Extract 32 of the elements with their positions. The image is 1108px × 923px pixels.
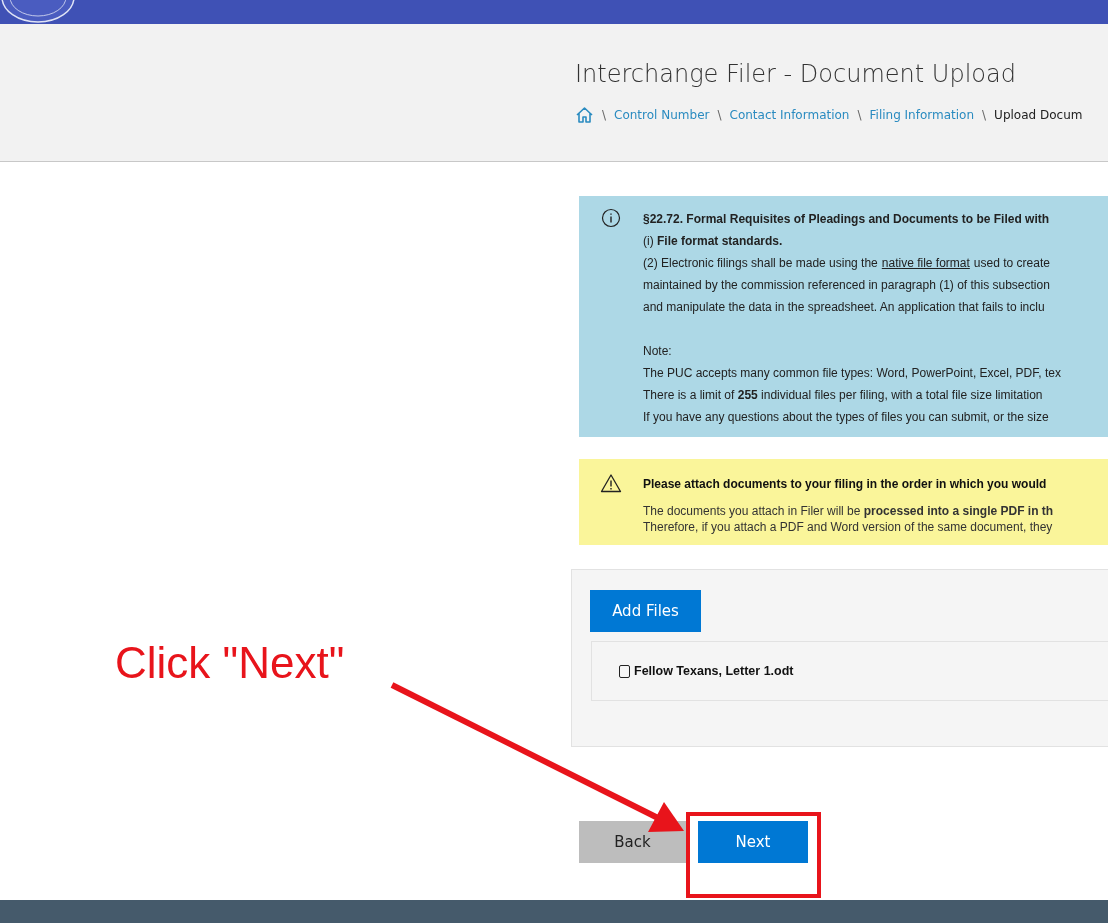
breadcrumb-current[interactable]: Upload Docum [994, 108, 1083, 122]
info-text: maintained by the commission referenced in paragraph (1) of this subsection [643, 277, 1051, 294]
add-files-button[interactable]: Add Files [590, 590, 701, 632]
file-checkbox[interactable] [619, 664, 630, 678]
callout-text: Click "Next" [115, 638, 345, 688]
info-text: If you have any questions about the types of files you can submit, or the size [643, 409, 1050, 426]
breadcrumb-link[interactable]: Filing Information [869, 108, 975, 122]
warning-icon [600, 473, 622, 493]
home-icon[interactable] [575, 106, 594, 124]
warning-text: The documents you attach in Filer will be processed into a single PDF in th [643, 503, 1054, 519]
info-text: (2) Electronic filings shall be made using the [643, 255, 878, 272]
breadcrumb-separator: \ [982, 108, 987, 122]
warning-heading: Please attach documents to your filing in the order in which you would [643, 476, 1048, 493]
next-button[interactable]: Next [698, 821, 808, 863]
warning-text: Therefore, if you attach a PDF and Word version of the same document, they [643, 519, 1054, 535]
breadcrumb-link[interactable]: Control Number [614, 108, 710, 122]
breadcrumb-separator: \ [857, 108, 862, 122]
info-text: and manipulate the data in the spreadsheet. An application that fails to inclu [643, 299, 1046, 316]
info-text: used to create [973, 255, 1050, 272]
breadcrumb-separator: \ [717, 108, 722, 122]
file-name: Fellow Texans, Letter 1.odt [634, 664, 794, 678]
info-text: The PUC accepts many common file types: Word, PowerPoint, Excel, PDF, tex [643, 365, 1061, 382]
info-icon [601, 208, 621, 228]
back-button[interactable]: Back [579, 821, 686, 863]
info-text: Note: [643, 343, 673, 360]
info-text: (i) File format standards. [643, 233, 784, 250]
native-format-link[interactable]: native file format [881, 252, 970, 274]
page-title: Interchange Filer - Document Upload [575, 60, 1017, 88]
info-heading: §22.72. Formal Requisites of Pleadings and Documents to be Filed with [643, 211, 1051, 228]
info-text: There is a limit of 255 individual files per filing, with a total file size limitation [643, 387, 1044, 404]
breadcrumb-separator: \ [602, 108, 607, 122]
breadcrumb-link[interactable]: Contact Information [729, 108, 850, 122]
